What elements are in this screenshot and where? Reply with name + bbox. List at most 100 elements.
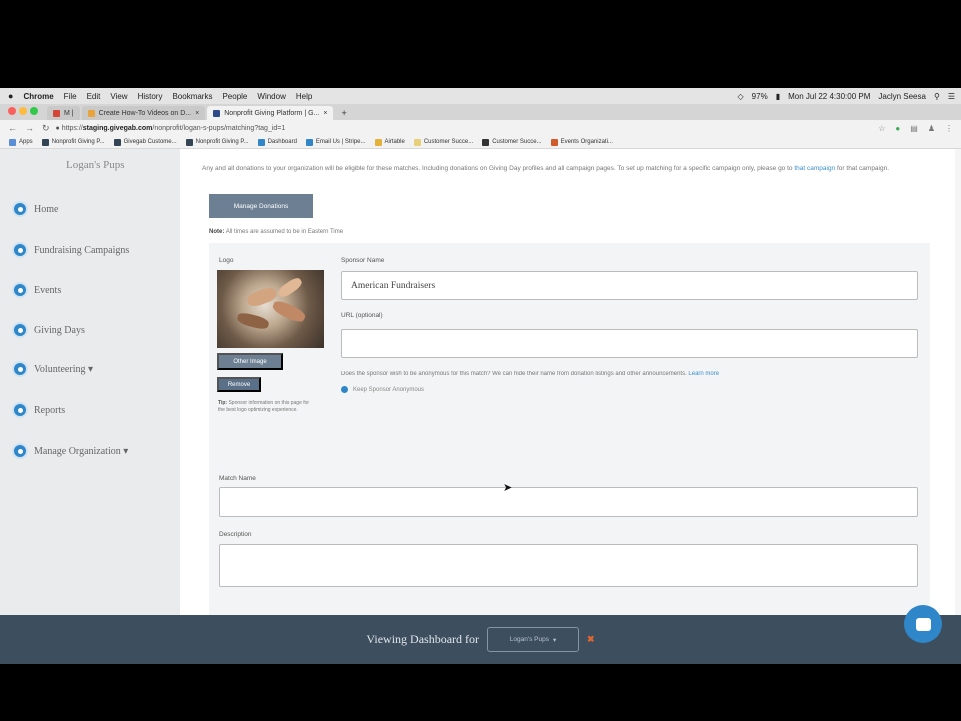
page-scrollbar[interactable] <box>955 149 961 615</box>
sidebar-item-label: Events <box>34 284 62 296</box>
organization-select[interactable]: Logan's Pups ▾ <box>487 627 580 652</box>
bookmark-item[interactable]: Nonprofit Giving P... <box>185 138 249 146</box>
sponsor-name-input[interactable]: American Fundraisers <box>341 271 918 300</box>
manage-donations-button[interactable]: Manage Donations <box>209 194 313 218</box>
events-icon <box>12 282 28 298</box>
chat-support-button[interactable] <box>904 605 942 643</box>
menu-view[interactable]: View <box>110 92 127 101</box>
bookmark-item[interactable]: Customer Succe... <box>413 138 473 146</box>
sponsor-name-label: Sponsor Name <box>341 257 385 264</box>
menu-people[interactable]: People <box>222 92 247 101</box>
org-name: Logan's Pups <box>66 159 125 171</box>
url-field[interactable]: ● https://staging.givegab.com/nonprofit/… <box>56 125 286 132</box>
chat-icon <box>915 617 931 631</box>
menu-window[interactable]: Window <box>257 92 285 101</box>
note-text: All times are assumed to be in Eastern T… <box>225 229 344 235</box>
notice-link[interactable]: that campaign <box>794 165 835 172</box>
bookmark-item[interactable]: Dashboard <box>257 138 297 146</box>
profile-icon[interactable]: ♟ <box>928 124 935 133</box>
bookmark-icon <box>41 138 49 146</box>
viewing-dashboard-label: Viewing Dashboard for <box>366 632 480 646</box>
window-controls <box>8 106 41 115</box>
menu-help[interactable]: Help <box>296 92 312 101</box>
address-actions: ☆ ● ▤ ♟ ⋮ <box>878 124 953 133</box>
bookmark-label: Customer Succe... <box>492 139 542 145</box>
givegab-icon <box>213 109 221 117</box>
sidebar-item-label: Fundraising Campaigns <box>34 244 130 256</box>
sidebar-item-events[interactable]: Events <box>12 282 61 298</box>
apple-icon[interactable]: ● <box>8 91 13 101</box>
back-icon[interactable]: ← <box>8 123 17 133</box>
reload-icon[interactable]: ↻ <box>42 123 50 134</box>
menu-edit[interactable]: Edit <box>87 92 101 101</box>
battery-icon[interactable]: ▮ <box>776 92 780 101</box>
keep-anonymous-option[interactable]: Keep Sponsor Anonymous <box>341 386 424 393</box>
minimize-window-icon[interactable] <box>19 106 27 115</box>
close-window-icon[interactable] <box>8 106 16 115</box>
menu-history[interactable]: History <box>138 92 163 101</box>
bookmark-item[interactable]: Givegab Custome... <box>113 138 177 146</box>
manage-organization-icon <box>12 443 28 459</box>
search-icon[interactable]: ⚲ <box>934 92 940 101</box>
match-name-input[interactable] <box>219 487 918 517</box>
logo-tip: Tip: Sponsor information on this page fo… <box>218 400 310 414</box>
bookmark-item[interactable]: Email Us | Stripe... <box>305 138 366 146</box>
menu-chrome[interactable]: Chrome <box>23 92 53 101</box>
other-image-button[interactable]: Other Image <box>217 353 283 370</box>
sidebar-item-label: Reports <box>34 404 66 416</box>
main-content: Any and all donations to your organizati… <box>180 149 961 615</box>
sponsor-logo-image <box>217 270 324 348</box>
user-name[interactable]: Jaclyn Seesa <box>878 92 926 101</box>
sidebar-item-manage-organization[interactable]: Manage Organization ▾ <box>12 443 128 459</box>
learn-more-link[interactable]: Learn more <box>688 371 719 377</box>
sidebar-item-giving-days[interactable]: Giving Days <box>12 322 85 338</box>
star-icon[interactable]: ☆ <box>878 124 885 133</box>
close-tab-icon[interactable]: × <box>323 110 327 117</box>
sidebar-item-label: Giving Days <box>34 324 85 336</box>
note-bold: Note: <box>209 229 225 235</box>
bookmark-item[interactable]: Nonprofit Giving P... <box>41 138 105 146</box>
description-textarea[interactable] <box>219 544 918 587</box>
menu-bookmarks[interactable]: Bookmarks <box>172 92 212 101</box>
radio-selected-icon[interactable] <box>341 386 348 393</box>
sidebar-item-label: Manage Organization ▾ <box>34 445 129 457</box>
sidebar-item-reports[interactable]: Reports <box>12 402 65 418</box>
bookmark-label: Apps <box>19 139 33 145</box>
extension-icon-2[interactable]: ▤ <box>910 124 918 133</box>
bookmark-item[interactable]: Events Organizati... <box>550 138 613 146</box>
anonymous-question: Does the sponsor wish to be anonymous fo… <box>341 371 931 377</box>
forward-icon[interactable]: → <box>25 123 34 133</box>
tab-how-to-videos[interactable]: Create How-To Videos on D... × <box>81 106 206 120</box>
tab-nonprofit-giving[interactable]: Nonprofit Giving Platform | G... × <box>207 106 334 120</box>
bookmark-item[interactable]: Customer Succe... <box>482 138 542 146</box>
remove-image-button[interactable]: Remove <box>217 377 261 392</box>
sidebar-item-volunteering[interactable]: Volunteering ▾ <box>12 361 93 377</box>
bookmark-icon <box>185 138 193 146</box>
apps-icon <box>9 138 16 146</box>
more-menu-icon[interactable]: ⋮ <box>945 124 953 133</box>
extension-icon[interactable]: ● <box>895 124 900 133</box>
bookmark-label: Nonprofit Giving P... <box>195 139 249 145</box>
giving-days-icon <box>12 322 28 338</box>
tab-gmail[interactable]: M | <box>47 106 80 120</box>
sidebar-item-home[interactable]: Home <box>12 201 58 217</box>
tip-bold: Tip: <box>218 400 228 406</box>
menu-list-icon[interactable]: ☰ <box>948 92 955 101</box>
menu-file[interactable]: File <box>64 92 77 101</box>
reports-icon <box>12 402 28 418</box>
logo-hand-shape <box>270 298 308 325</box>
bookmark-apps[interactable]: Apps <box>9 138 33 146</box>
home-icon <box>12 201 28 217</box>
new-tab-icon[interactable]: + <box>341 108 346 118</box>
sidebar-item-fundraising-campaigns[interactable]: Fundraising Campaigns <box>12 242 129 258</box>
sidebar: Logan's Pups Home Fundraising Campaigns … <box>0 149 180 615</box>
close-tab-icon[interactable]: × <box>195 110 199 117</box>
bookmark-icon <box>113 138 121 146</box>
bookmark-item[interactable]: Airtable <box>374 138 405 146</box>
wifi-icon[interactable]: ◇ <box>738 92 744 101</box>
url-label: URL (optional) <box>341 312 383 319</box>
maximize-window-icon[interactable] <box>30 106 38 115</box>
sponsor-url-input[interactable] <box>341 329 918 358</box>
clock[interactable]: Mon Jul 22 4:30:00 PM <box>788 92 870 101</box>
close-icon[interactable]: ✖ <box>587 634 595 645</box>
